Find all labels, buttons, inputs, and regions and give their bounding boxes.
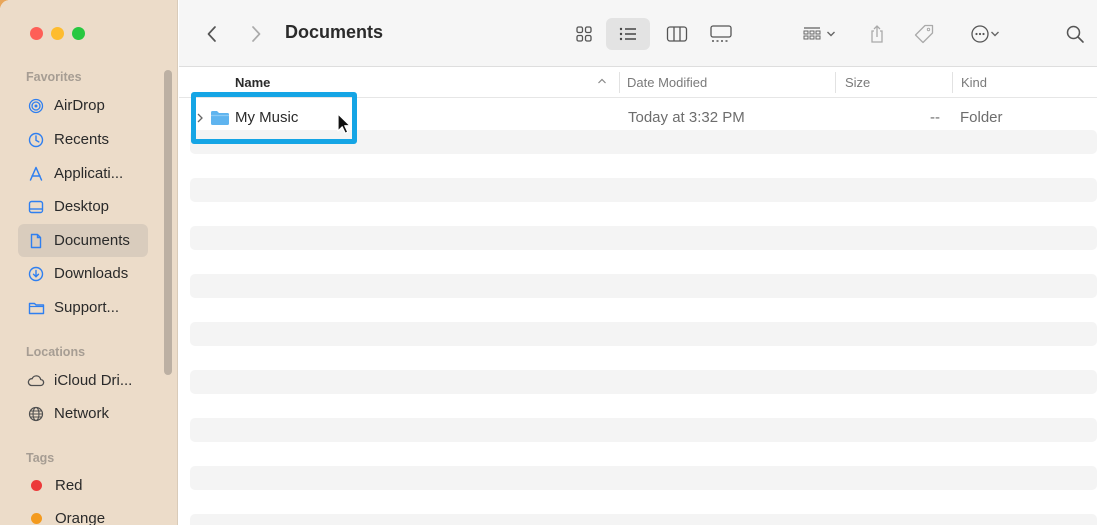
sidebar-tag-red[interactable]: Red xyxy=(18,469,148,502)
share-icon xyxy=(871,24,883,43)
list-view-button[interactable] xyxy=(615,0,641,67)
locations-heading: Locations xyxy=(26,345,86,359)
sidebar-item-label: Support... xyxy=(54,299,120,316)
empty-row-stripe xyxy=(190,418,1097,442)
tag-button[interactable] xyxy=(911,0,937,67)
sidebar-item-documents[interactable]: Documents xyxy=(18,224,148,257)
desktop-icon xyxy=(27,198,45,216)
sort-ascending-icon xyxy=(597,74,607,89)
window-controls xyxy=(30,27,85,40)
file-size: -- xyxy=(930,109,940,126)
sidebar-tag-orange[interactable]: Orange xyxy=(18,502,148,525)
chevron-down-icon xyxy=(827,31,835,36)
zoom-button[interactable] xyxy=(72,27,85,40)
favorites-heading: Favorites xyxy=(26,70,82,84)
column-divider[interactable] xyxy=(952,72,953,93)
airdrop-icon xyxy=(27,97,45,115)
sidebar: Favorites AirDrop Recents Applicati... D… xyxy=(0,0,178,525)
columns-icon xyxy=(666,25,688,42)
column-size-header[interactable]: Size xyxy=(845,75,870,90)
red-tag-dot xyxy=(31,480,42,491)
sidebar-item-downloads[interactable]: Downloads xyxy=(18,257,148,290)
orange-tag-dot xyxy=(31,513,42,524)
sidebar-item-label: Applicati... xyxy=(54,165,124,182)
tag-icon xyxy=(914,24,934,43)
sidebar-item-label: Documents xyxy=(54,232,130,249)
list-icon xyxy=(619,27,636,40)
tags-heading: Tags xyxy=(26,451,55,465)
window-title: Documents xyxy=(285,22,384,42)
empty-row-stripe xyxy=(190,274,1097,298)
ellipsis-circle-icon xyxy=(971,24,989,43)
back-button[interactable] xyxy=(201,0,223,67)
group-grid-icon xyxy=(803,26,821,39)
close-button[interactable] xyxy=(30,27,43,40)
empty-row-stripe xyxy=(190,370,1097,394)
more-actions-button[interactable] xyxy=(962,0,1008,67)
empty-row-stripe xyxy=(190,514,1097,525)
share-button[interactable] xyxy=(865,0,889,67)
sidebar-item-label: Desktop xyxy=(54,198,110,215)
grid-icon xyxy=(576,25,592,42)
chevron-left-icon xyxy=(207,25,216,42)
column-divider[interactable] xyxy=(619,72,620,93)
sidebar-item-airdrop[interactable]: AirDrop xyxy=(18,89,148,122)
sidebar-scrollbar[interactable] xyxy=(164,70,172,375)
column-name-header[interactable]: Name xyxy=(235,75,270,90)
applications-icon xyxy=(27,165,45,183)
column-divider[interactable] xyxy=(835,72,836,93)
empty-row-stripe xyxy=(190,226,1097,250)
sidebar-item-label: Network xyxy=(54,405,110,422)
column-view-button[interactable] xyxy=(664,0,690,67)
download-icon xyxy=(27,265,45,283)
finder-window: Favorites AirDrop Recents Applicati... D… xyxy=(0,0,1097,525)
folder-icon xyxy=(27,299,45,317)
sidebar-item-label: Orange xyxy=(55,510,106,525)
sidebar-item-label: Downloads xyxy=(54,265,129,282)
chevron-right-icon xyxy=(252,25,261,42)
icon-view-button[interactable] xyxy=(571,0,597,67)
highlight-annotation-box xyxy=(191,92,357,144)
search-icon xyxy=(1066,25,1084,43)
sidebar-item-label: iCloud Dri... xyxy=(54,372,133,389)
sidebar-item-support[interactable]: Support... xyxy=(18,291,148,324)
cloud-icon xyxy=(27,372,45,390)
gallery-view-button[interactable] xyxy=(708,0,734,67)
sidebar-item-applications[interactable]: Applicati... xyxy=(18,157,148,190)
forward-button[interactable] xyxy=(245,0,267,67)
sidebar-item-label: Red xyxy=(55,477,83,494)
search-button[interactable] xyxy=(1062,0,1088,67)
minimize-button[interactable] xyxy=(51,27,64,40)
sidebar-item-desktop[interactable]: Desktop xyxy=(18,190,148,223)
empty-row-stripe xyxy=(190,178,1097,202)
sidebar-item-label: AirDrop xyxy=(54,97,105,114)
group-button[interactable] xyxy=(796,0,842,67)
file-date-modified: Today at 3:32 PM xyxy=(628,109,745,126)
globe-icon xyxy=(27,405,45,423)
column-date-header[interactable]: Date Modified xyxy=(627,75,707,90)
column-kind-header[interactable]: Kind xyxy=(961,75,987,90)
toolbar: Documents xyxy=(179,0,1097,67)
empty-row-stripe xyxy=(190,466,1097,490)
file-kind: Folder xyxy=(960,109,1003,126)
sidebar-item-label: Recents xyxy=(54,131,110,148)
mouse-pointer-icon xyxy=(337,113,351,140)
sidebar-item-network[interactable]: Network xyxy=(18,397,148,430)
chevron-down-icon xyxy=(991,31,999,36)
clock-icon xyxy=(27,131,45,149)
sidebar-item-recents[interactable]: Recents xyxy=(18,123,148,156)
empty-row-stripe xyxy=(190,322,1097,346)
document-icon xyxy=(27,232,45,250)
gallery-icon xyxy=(710,24,732,42)
sidebar-item-icloud-drive[interactable]: iCloud Dri... xyxy=(18,364,148,397)
